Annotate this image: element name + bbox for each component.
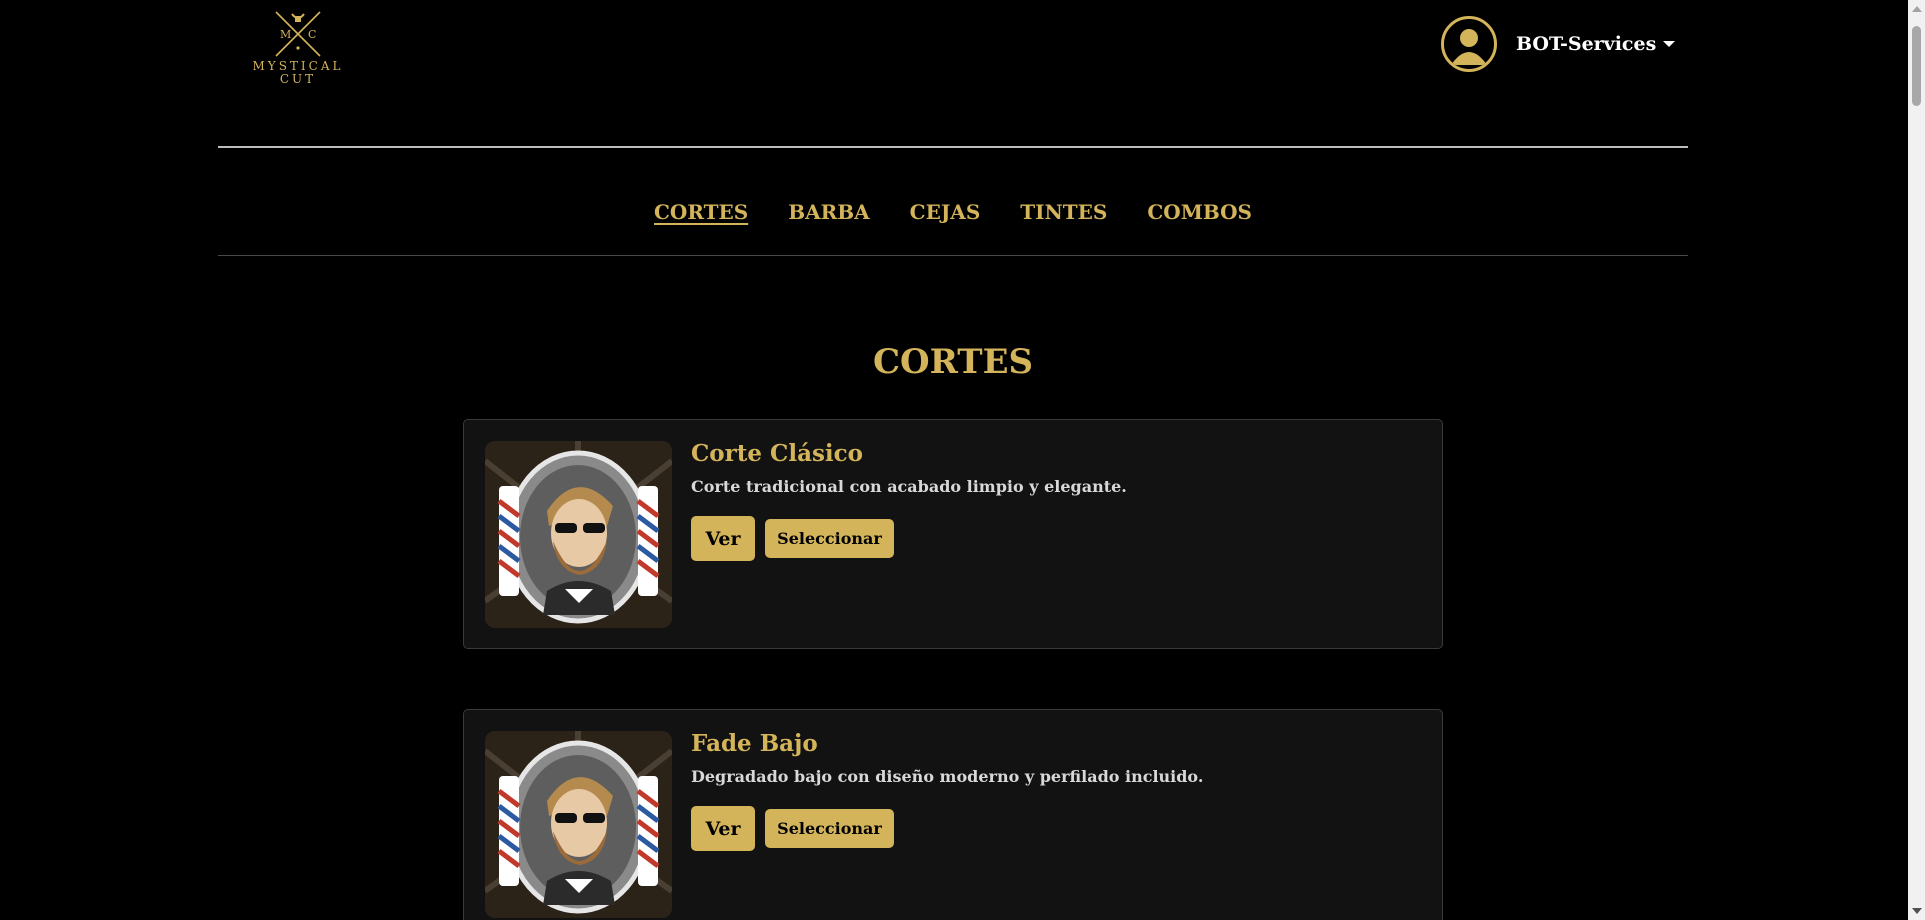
scroll-down-icon[interactable] xyxy=(1912,908,1922,914)
user-avatar-icon[interactable] xyxy=(1441,16,1497,72)
user-menu[interactable]: BOT-Services xyxy=(1441,16,1676,72)
scrollbar-thumb[interactable] xyxy=(1912,26,1921,106)
select-button[interactable]: Seleccionar xyxy=(765,809,894,848)
service-description: Corte tradicional con acabado limpio y e… xyxy=(691,477,1127,496)
nav-item-combos[interactable]: COMBOS xyxy=(1147,200,1252,224)
logo-text-line2: CUT xyxy=(279,72,317,86)
barber-emblem-icon xyxy=(485,731,672,918)
nav-item-tintes[interactable]: TINTES xyxy=(1020,200,1107,224)
header-divider xyxy=(218,146,1688,148)
scroll-up-icon[interactable] xyxy=(1912,6,1922,12)
section-title: CORTES xyxy=(872,342,1034,382)
nav-divider xyxy=(218,255,1688,256)
caret-down-icon xyxy=(1663,41,1676,47)
view-button[interactable]: Ver xyxy=(691,516,755,561)
service-card: Fade Bajo Degradado bajo con diseño mode… xyxy=(463,709,1443,920)
user-name: BOT-Services xyxy=(1516,33,1657,55)
category-nav: CORTES BARBA CEJAS TINTES COMBOS xyxy=(218,200,1688,224)
svg-text:M: M xyxy=(280,28,291,41)
nav-item-cejas[interactable]: CEJAS xyxy=(910,200,981,224)
page: M C MYSTICAL CUT BOT-Services CORTES BAR… xyxy=(0,0,1925,920)
service-title: Corte Clásico xyxy=(691,440,864,467)
brand-logo[interactable]: M C MYSTICAL CUT xyxy=(248,8,348,92)
service-title: Fade Bajo xyxy=(691,730,818,757)
service-description: Degradado bajo con diseño moderno y perf… xyxy=(691,767,1204,786)
page-scrollbar[interactable] xyxy=(1908,0,1925,920)
service-card: Corte Clásico Corte tradicional con acab… xyxy=(463,419,1443,649)
view-button[interactable]: Ver xyxy=(691,806,755,851)
nav-item-barba[interactable]: BARBA xyxy=(788,200,869,224)
user-menu-toggle[interactable]: BOT-Services xyxy=(1516,33,1676,55)
select-button[interactable]: Seleccionar xyxy=(765,519,894,558)
svg-text:C: C xyxy=(308,28,316,41)
barber-emblem-icon xyxy=(485,441,672,628)
nav-item-cortes[interactable]: CORTES xyxy=(654,200,748,224)
logo-emblem-icon: M C xyxy=(275,11,321,57)
